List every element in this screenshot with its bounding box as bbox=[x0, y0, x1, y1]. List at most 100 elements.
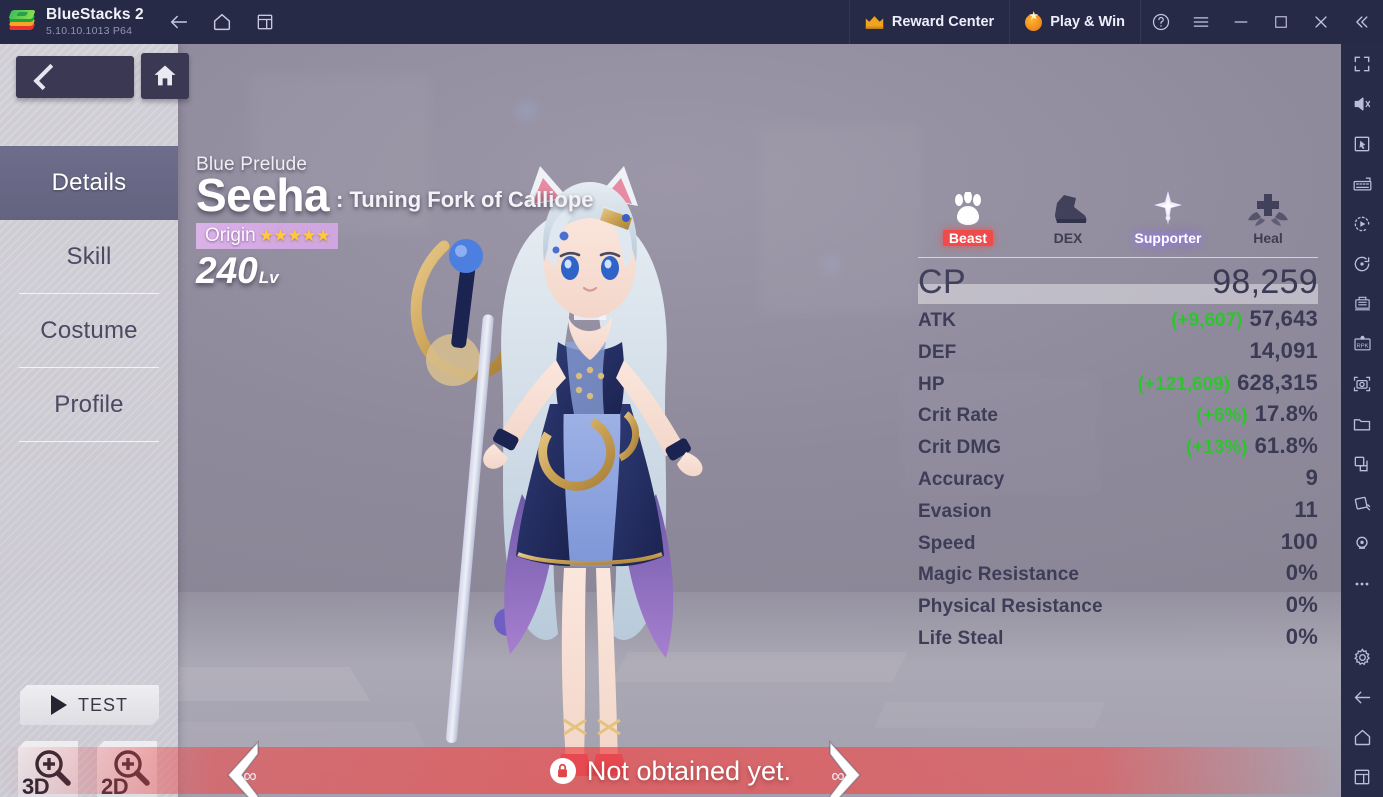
character-type-row: Beast DEX Supporter Heal bbox=[918, 186, 1318, 248]
stat-label: DEF bbox=[918, 341, 957, 363]
reward-center-button[interactable]: Reward Center bbox=[848, 0, 1011, 44]
level-suffix: Lv bbox=[258, 268, 279, 287]
locked-banner-label: Not obtained yet. bbox=[586, 755, 792, 786]
stat-value-group: 11 bbox=[1294, 497, 1318, 523]
svg-text:∞: ∞ bbox=[243, 766, 257, 787]
coin-star-icon bbox=[1025, 11, 1043, 31]
location-button[interactable] bbox=[1341, 524, 1383, 564]
stat-label: Magic Resistance bbox=[918, 564, 1080, 586]
character-name: Seeha bbox=[196, 169, 330, 221]
type-dex-label: DEX bbox=[1053, 230, 1083, 246]
stat-bonus: (+9,607) bbox=[1171, 310, 1243, 331]
stat-value-group: (+9,607) 57,643 bbox=[1171, 306, 1318, 332]
house-icon bbox=[154, 65, 176, 86]
stat-row: Magic Resistance 0% bbox=[918, 560, 1318, 592]
instance-manager-button[interactable] bbox=[252, 9, 278, 35]
maximize-button[interactable] bbox=[1261, 0, 1301, 44]
bluestacks-window: BlueStacks 2 5.10.10.1013 P64 Reward Cen… bbox=[0, 0, 1383, 797]
svg-text:∞: ∞ bbox=[831, 766, 845, 787]
tab-costume[interactable]: Costume bbox=[0, 294, 178, 368]
app-version: 5.10.10.1013 P64 bbox=[46, 24, 133, 37]
stat-value-group: 9 bbox=[1306, 465, 1318, 491]
character-level: 240Lv bbox=[196, 252, 594, 289]
nav-buttons-group bbox=[16, 53, 189, 99]
android-back-button[interactable] bbox=[1341, 677, 1383, 717]
stat-rows: ATK (+9,607) 57,643 DEF 14,091 HP (+121,609) 62… bbox=[918, 306, 1318, 656]
shake-button[interactable] bbox=[1341, 484, 1383, 524]
multi-instance-button[interactable] bbox=[1341, 284, 1383, 324]
stat-value: 100 bbox=[1280, 528, 1318, 554]
background-bokeh bbox=[825, 259, 837, 271]
type-supporter[interactable]: Supporter bbox=[1118, 186, 1218, 248]
stat-value: 0% bbox=[1285, 592, 1318, 618]
test-button-label: TEST bbox=[77, 694, 128, 715]
paw-print-icon bbox=[918, 186, 1018, 228]
tab-details[interactable]: Details bbox=[0, 146, 178, 220]
tab-skill[interactable]: Skill bbox=[0, 220, 178, 294]
close-button[interactable] bbox=[1301, 0, 1341, 44]
tab-profile[interactable]: Profile bbox=[0, 368, 178, 442]
help-button[interactable] bbox=[1141, 0, 1181, 44]
reward-center-label: Reward Center bbox=[891, 14, 995, 30]
tab-profile-label: Profile bbox=[54, 391, 124, 418]
stat-bonus: (+13%) bbox=[1185, 437, 1248, 459]
character-weapon-title: : Tuning Fork of Calliope bbox=[336, 187, 594, 212]
home-button[interactable] bbox=[209, 9, 235, 35]
cursor-button[interactable] bbox=[1341, 124, 1383, 164]
prev-character-button[interactable]: ∞ bbox=[218, 738, 270, 797]
rpk-button[interactable]: RPK bbox=[1341, 324, 1383, 364]
type-supporter-label: Supporter bbox=[1134, 230, 1202, 246]
window-controls bbox=[1141, 0, 1381, 44]
back-button[interactable] bbox=[166, 9, 192, 35]
game-back-button[interactable] bbox=[16, 56, 134, 98]
locked-banner: Not obtained yet. bbox=[0, 750, 1341, 792]
stat-label: Speed bbox=[918, 532, 976, 554]
stat-row: Evasion 11 bbox=[918, 497, 1318, 529]
stat-row: Speed 100 bbox=[918, 529, 1318, 561]
settings-button[interactable] bbox=[1341, 637, 1383, 677]
minimize-button[interactable] bbox=[1221, 0, 1261, 44]
stat-row: Accuracy 9 bbox=[918, 465, 1318, 497]
mute-button[interactable] bbox=[1341, 84, 1383, 124]
stat-value: 14,091 bbox=[1249, 337, 1318, 363]
titlebar-nav-group bbox=[166, 9, 278, 35]
play-and-win-button[interactable]: Play & Win bbox=[1010, 0, 1141, 44]
stat-label: Evasion bbox=[918, 500, 992, 522]
collapse-sidebar-button[interactable] bbox=[1341, 0, 1381, 44]
app-title-block: BlueStacks 2 5.10.10.1013 P64 bbox=[46, 6, 144, 37]
tab-skill-label: Skill bbox=[66, 243, 112, 270]
rarity-label: Origin bbox=[205, 225, 256, 246]
keyboard-controls-button[interactable] bbox=[1341, 164, 1383, 204]
android-home-button[interactable] bbox=[1341, 717, 1383, 757]
more-button[interactable] bbox=[1341, 564, 1383, 604]
stat-label: HP bbox=[918, 373, 945, 395]
bluestacks-logo-icon bbox=[7, 7, 37, 37]
stat-value-group: 0% bbox=[1286, 592, 1318, 618]
game-home-button[interactable] bbox=[141, 53, 189, 99]
macro-button[interactable] bbox=[1341, 204, 1383, 244]
screenshot-button[interactable] bbox=[1341, 364, 1383, 404]
menu-button[interactable] bbox=[1181, 0, 1221, 44]
stat-label: Accuracy bbox=[918, 468, 1005, 490]
type-dex[interactable]: DEX bbox=[1018, 186, 1118, 248]
type-heal[interactable]: Heal bbox=[1218, 186, 1318, 248]
stat-row: Crit DMG (+13%) 61.8% bbox=[918, 433, 1318, 465]
stat-value-group: 0% bbox=[1286, 624, 1318, 650]
cp-label: CP bbox=[918, 262, 967, 301]
android-recents-button[interactable] bbox=[1341, 757, 1383, 797]
media-manager-button[interactable] bbox=[1341, 404, 1383, 444]
copy-button[interactable] bbox=[1341, 444, 1383, 484]
cp-value: 98,259 bbox=[1212, 262, 1318, 301]
rotate-button[interactable] bbox=[1341, 244, 1383, 284]
stat-bonus: (+121,609) bbox=[1137, 373, 1231, 395]
stat-bonus: (+6%) bbox=[1196, 405, 1248, 427]
lock-icon bbox=[549, 758, 576, 784]
next-character-button[interactable]: ∞ bbox=[818, 738, 870, 797]
stat-row: HP (+121,609) 628,315 bbox=[918, 370, 1318, 402]
type-beast[interactable]: Beast bbox=[918, 186, 1018, 248]
stat-value-group: 100 bbox=[1281, 529, 1318, 555]
stat-label: Life Steal bbox=[918, 627, 1004, 649]
fullscreen-button[interactable] bbox=[1341, 44, 1383, 84]
test-button[interactable]: TEST bbox=[20, 685, 159, 725]
app-title: BlueStacks 2 bbox=[46, 6, 144, 24]
